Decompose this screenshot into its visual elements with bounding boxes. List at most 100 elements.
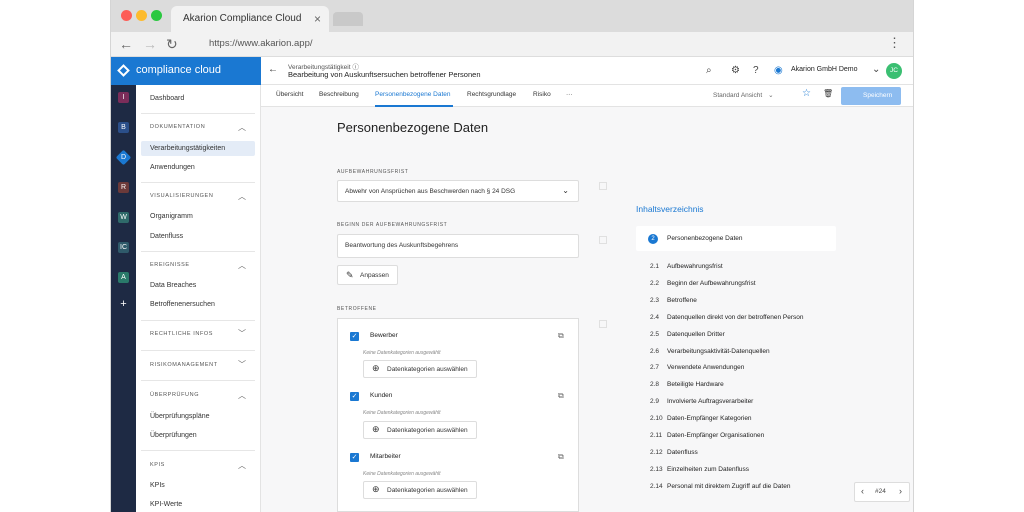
- toc-item[interactable]: 2.13 Einzelheiten zum Datenfluss: [650, 466, 749, 473]
- chevron-up-icon[interactable]: ︿: [238, 191, 246, 202]
- checkbox-bewerber[interactable]: ✓: [350, 332, 359, 341]
- toc-item[interactable]: 2.10 Daten-Empfänger Kategorien: [650, 415, 752, 422]
- copy-icon[interactable]: ⧉: [558, 331, 564, 341]
- browser-tab[interactable]: Akarion Compliance Cloud ×: [171, 6, 329, 32]
- chevron-down-icon[interactable]: ⌄: [872, 64, 880, 75]
- checkbox-mitarbeiter[interactable]: ✓: [350, 453, 359, 462]
- chevron-left-icon[interactable]: ‹: [861, 486, 864, 496]
- section-visualisierungen[interactable]: VISUALISIERUNGEN: [150, 193, 213, 199]
- edit-icon: ✎: [346, 270, 354, 280]
- section-rechtliche-infos[interactable]: RECHTLICHE INFOS: [150, 331, 213, 337]
- checkbox-kunden[interactable]: ✓: [350, 392, 359, 401]
- section-risikomanagement[interactable]: RISIKOMANAGEMENT: [150, 362, 218, 368]
- globe-icon[interactable]: ◉: [774, 65, 783, 76]
- chevron-down-icon[interactable]: ﹀: [238, 359, 246, 370]
- toc-item-label: Personal mit direktem Zugriff auf die Da…: [667, 482, 791, 490]
- chevron-up-icon[interactable]: ︿: [238, 260, 246, 271]
- tab-risiko[interactable]: Risiko: [533, 91, 551, 98]
- toc-item[interactable]: 2.7 Verwendete Anwendungen: [650, 364, 744, 371]
- tab-more[interactable]: ···: [566, 91, 573, 98]
- select-categories-button[interactable]: ⊕ Datenkategorien auswählen: [363, 360, 477, 378]
- rail-item-i[interactable]: I: [118, 92, 129, 103]
- close-tab-icon[interactable]: ×: [314, 12, 321, 26]
- back-icon[interactable]: ←: [268, 64, 278, 75]
- back-arrow-icon[interactable]: ←: [119, 36, 133, 52]
- toc-item[interactable]: 2.5 Datenquellen Dritter: [650, 331, 725, 338]
- toc-item[interactable]: 2.2 Beginn der Aufbewahrungsfrist: [650, 280, 756, 287]
- view-selector[interactable]: Standard Ansicht ⌄: [713, 91, 774, 99]
- sidebar-item-datenfluss[interactable]: Datenfluss: [150, 233, 183, 240]
- sidebar-item-kpis[interactable]: KPIs: [150, 482, 165, 489]
- sidebar-item-verarbeitungstaetigkeiten[interactable]: Verarbeitungstätigkeiten: [150, 145, 225, 152]
- toc-item[interactable]: 2.1 Aufbewahrungsfrist: [650, 263, 723, 270]
- chevron-up-icon[interactable]: ︿: [238, 460, 246, 471]
- sidebar-item-organigramm[interactable]: Organigramm: [150, 213, 193, 220]
- avatar[interactable]: JC: [886, 63, 902, 79]
- sidebar-item-dashboard[interactable]: Dashboard: [150, 95, 184, 102]
- chevron-right-icon[interactable]: ›: [899, 486, 902, 496]
- add-icon[interactable]: +: [118, 299, 129, 310]
- trash-icon[interactable]: 🗑: [823, 89, 833, 98]
- rail-item-ic[interactable]: IC: [118, 242, 129, 253]
- tab-title: Akarion Compliance Cloud: [183, 13, 302, 24]
- sidebar-item-kpi-werte[interactable]: KPI-Werte: [150, 501, 182, 508]
- minimize-window-icon[interactable]: [136, 10, 147, 21]
- browser-menu-icon[interactable]: ⋮: [888, 35, 901, 51]
- section-ueberpruefung[interactable]: ÜBERPRÜFUNG: [150, 392, 199, 398]
- toc-item[interactable]: 2.11 Daten-Empfänger Organisationen: [650, 432, 764, 439]
- toc-item[interactable]: 2.8 Beteiligte Hardware: [650, 381, 724, 388]
- close-window-icon[interactable]: [121, 10, 132, 21]
- copy-icon[interactable]: ⧉: [558, 452, 564, 462]
- sidebar-item-betroffenenersuchen[interactable]: Betroffenenersuchen: [150, 301, 215, 308]
- retention-select[interactable]: Abwehr von Ansprüchen aus Beschwerden na…: [337, 180, 579, 202]
- section-ereignisse[interactable]: EREIGNISSE: [150, 262, 190, 268]
- new-tab-button[interactable]: [333, 12, 363, 26]
- rail-item-b[interactable]: B: [118, 122, 129, 133]
- toc-item[interactable]: 2.12 Datenfluss: [650, 449, 698, 456]
- rail-item-a[interactable]: A: [118, 272, 129, 283]
- rail-item-d[interactable]: D: [115, 149, 132, 166]
- url-field[interactable]: https://www.akarion.app/: [209, 38, 313, 49]
- org-selector[interactable]: Akarion GmbH Demo: [791, 66, 858, 73]
- section-kpis[interactable]: KPIS: [150, 462, 165, 468]
- forward-arrow-icon[interactable]: →: [143, 36, 157, 52]
- history-icon[interactable]: [599, 320, 607, 328]
- tab-uebersicht[interactable]: Übersicht: [276, 91, 303, 98]
- tab-personenbezogene-daten[interactable]: Personenbezogene Daten: [375, 91, 451, 98]
- sidebar-item-anwendungen[interactable]: Anwendungen: [150, 164, 195, 171]
- anpassen-button[interactable]: ✎ Anpassen: [337, 265, 398, 285]
- reload-icon[interactable]: ↻: [166, 36, 178, 53]
- group-name: Bewerber: [370, 332, 398, 339]
- help-icon[interactable]: ?: [753, 65, 759, 76]
- toc-item[interactable]: 2.4 Datenquellen direkt von der betroffen…: [650, 314, 803, 321]
- brand-header[interactable]: compliance cloud: [111, 57, 261, 85]
- sidebar-item-ueberpruefungsplaene[interactable]: Überprüfungspläne: [150, 413, 210, 420]
- toc-item[interactable]: 2.14 Personal mit direktem Zugriff auf di…: [650, 483, 790, 490]
- history-icon[interactable]: [599, 182, 607, 190]
- toc-item[interactable]: 2.9 Involvierte Auftragsverarbeiter: [650, 398, 753, 405]
- sidebar-item-ueberpruefungen[interactable]: Überprüfungen: [150, 432, 197, 439]
- sidebar-item-data-breaches[interactable]: Data Breaches: [150, 282, 196, 289]
- gear-icon[interactable]: ⚙: [731, 65, 740, 76]
- retention-start-field[interactable]: Beantwortung des Auskunftsbegehrens: [337, 234, 579, 258]
- tab-beschreibung[interactable]: Beschreibung: [319, 91, 359, 98]
- tab-rechtsgrundlage[interactable]: Rechtsgrundlage: [467, 91, 516, 98]
- search-icon[interactable]: ⌕: [706, 65, 712, 76]
- copy-icon[interactable]: ⧉: [558, 391, 564, 401]
- history-icon[interactable]: [599, 236, 607, 244]
- view-label: Standard Ansicht: [713, 92, 763, 99]
- scrollbar[interactable]: [913, 115, 914, 185]
- select-categories-button[interactable]: ⊕ Datenkategorien auswählen: [363, 481, 477, 499]
- chevron-up-icon[interactable]: ︿: [238, 122, 246, 133]
- toc-item[interactable]: 2.6 Verarbeitungsaktivität-Datenquellen: [650, 348, 770, 355]
- chevron-down-icon[interactable]: ﹀: [238, 328, 246, 339]
- star-icon[interactable]: ☆: [802, 88, 811, 99]
- rail-item-w[interactable]: W: [118, 212, 129, 223]
- rail-item-r[interactable]: R: [118, 182, 129, 193]
- maximize-window-icon[interactable]: [151, 10, 162, 21]
- save-button[interactable]: Speichern: [841, 87, 901, 105]
- section-dokumentation[interactable]: DOKUMENTATION: [150, 124, 205, 130]
- toc-item[interactable]: 2.3 Betroffene: [650, 297, 697, 304]
- chevron-up-icon[interactable]: ︿: [238, 390, 246, 401]
- select-categories-button[interactable]: ⊕ Datenkategorien auswählen: [363, 421, 477, 439]
